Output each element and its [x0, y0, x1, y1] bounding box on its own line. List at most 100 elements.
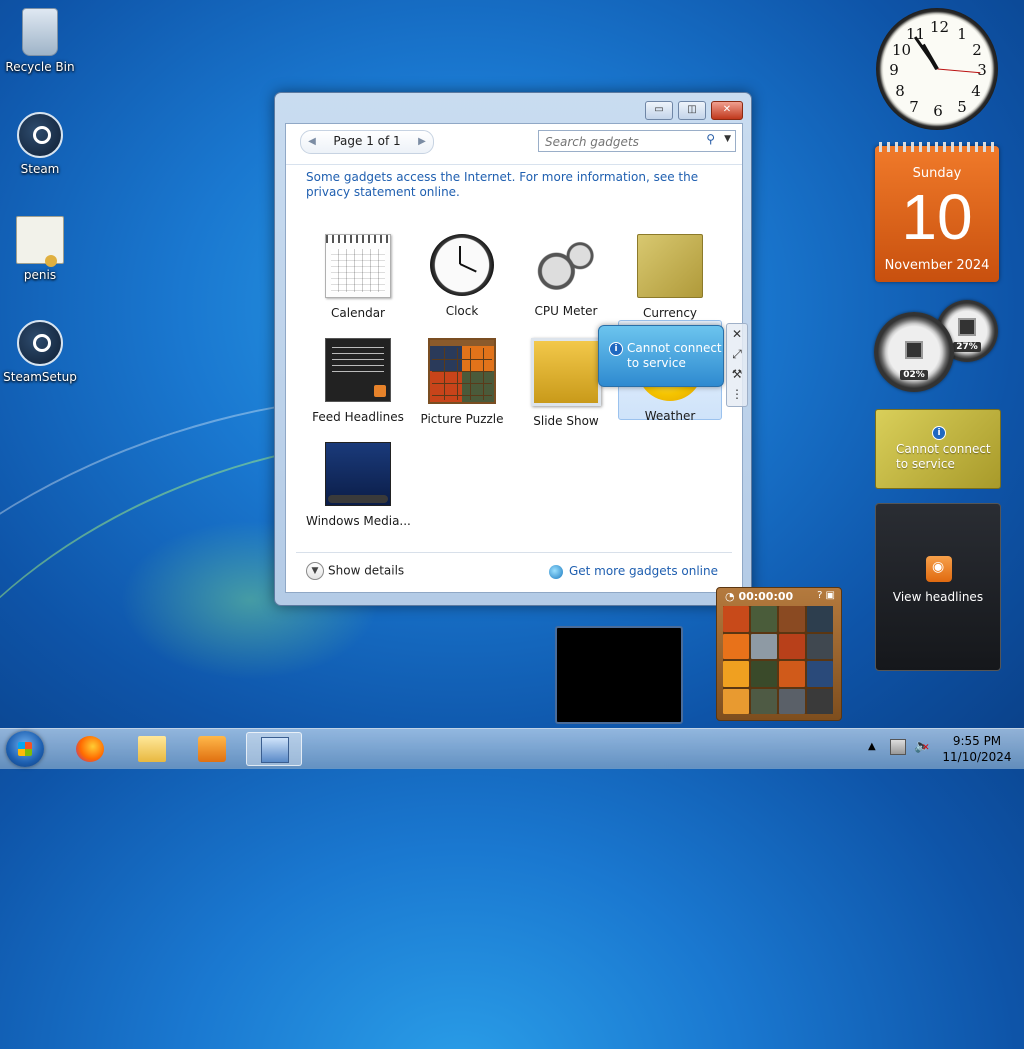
media-player-icon	[198, 736, 226, 762]
get-more-label: Get more gadgets online	[568, 564, 718, 578]
clock-number: 8	[895, 82, 905, 100]
slideshow-gadget[interactable]	[555, 626, 683, 724]
cpu-percent: 02%	[900, 370, 928, 380]
close-button[interactable]: ✕	[711, 101, 743, 120]
gadget-label: Clock	[445, 304, 479, 318]
gadget-tile-clock[interactable]: Clock	[410, 216, 514, 318]
memory-chip-icon	[958, 318, 976, 336]
memory-percent: 27%	[953, 342, 981, 352]
calendar-icon	[325, 234, 391, 298]
info-icon: i	[932, 426, 946, 440]
puzzle-controls[interactable]: ? ▣	[817, 590, 835, 601]
search-input[interactable]	[543, 133, 697, 150]
close-icon[interactable]: ✕	[727, 324, 747, 344]
minimize-button[interactable]: ▭	[645, 101, 673, 120]
gadget-label: Calendar	[331, 306, 385, 320]
desktop-icon-recycle-bin[interactable]: Recycle Bin	[2, 8, 78, 74]
previous-page-icon[interactable]: ◀	[304, 134, 320, 150]
puzzle-piece[interactable]	[723, 688, 749, 714]
search-box: ⚲ ▼	[538, 130, 736, 152]
gadget-tile-currency[interactable]: Currency	[618, 216, 722, 320]
rss-icon	[926, 556, 952, 582]
calendar-weekday: Sunday	[912, 166, 962, 181]
globe-icon	[548, 564, 563, 579]
puzzle-piece[interactable]	[723, 661, 749, 687]
tray-time: 9:55 PM	[952, 734, 1002, 748]
taskbar-explorer[interactable]	[124, 732, 180, 766]
gadget-tile-picture-puzzle[interactable]: Picture Puzzle	[410, 320, 514, 426]
view-headlines-link[interactable]: View headlines	[876, 590, 1000, 604]
weather-gadget[interactable]: i Cannot connect to service	[598, 325, 724, 387]
next-page-icon[interactable]: ▶	[414, 134, 430, 150]
gadget-label: Currency	[642, 306, 698, 320]
chevron-down-icon[interactable]: ▼	[724, 134, 731, 144]
cpu-meter-gadget[interactable]: 27% 02%	[874, 298, 1000, 394]
puzzle-piece[interactable]	[751, 606, 777, 632]
cpu-meter-icon	[534, 234, 598, 296]
feed-headlines-gadget[interactable]: View headlines	[875, 503, 1001, 671]
privacy-notice-link[interactable]: Some gadgets access the Internet. For mo…	[306, 170, 726, 200]
taskbar-gadgets[interactable]	[246, 732, 302, 766]
show-hidden-icons-icon[interactable]: ▲	[868, 741, 876, 752]
search-icon[interactable]: ⚲	[706, 132, 715, 146]
puzzle-piece[interactable]	[807, 633, 833, 659]
currency-gadget[interactable]: i Cannot connect to service	[875, 409, 1001, 489]
gadget-label: Slide Show	[533, 414, 599, 428]
puzzle-piece[interactable]	[723, 633, 749, 659]
certificate-icon	[16, 216, 64, 267]
gadget-tile-cpu-meter[interactable]: CPU Meter	[514, 216, 618, 318]
puzzle-piece[interactable]	[723, 606, 749, 632]
clock-number: 9	[889, 61, 899, 79]
puzzle-piece[interactable]	[807, 661, 833, 687]
taskbar-media-player[interactable]	[184, 732, 240, 766]
puzzle-piece[interactable]	[751, 661, 777, 687]
gadget-tile-windows-media-center[interactable]: Windows Media...	[306, 424, 411, 528]
gadget-tile-calendar[interactable]: Calendar	[306, 216, 410, 320]
gadget-tile-feed-headlines[interactable]: Feed Headlines	[306, 320, 410, 424]
puzzle-piece[interactable]	[751, 688, 777, 714]
puzzle-piece[interactable]	[751, 633, 777, 659]
clock-number: 7	[909, 98, 919, 116]
get-more-gadgets-link[interactable]: Get more gadgets online	[548, 564, 718, 579]
recycle-bin-icon	[22, 8, 58, 56]
desktop-icon-label: Steam	[20, 162, 60, 176]
desktop-icon-label: penis	[23, 268, 57, 282]
clock-number: 12	[930, 18, 950, 36]
taskbar: ▲ 🔈 9:55 PM 11/10/2024	[0, 728, 1024, 769]
gallery-toolbar: ◀ Page 1 of 1 ▶ ⚲ ▼	[286, 124, 742, 165]
cpu-value-wrap: 02%	[874, 370, 954, 380]
puzzle-piece[interactable]	[807, 688, 833, 714]
currency-icon	[637, 234, 703, 298]
puzzle-piece[interactable]	[779, 606, 805, 632]
folder-icon	[138, 736, 166, 762]
drag-handle-icon[interactable]: ⋮	[727, 384, 747, 404]
puzzle-piece[interactable]	[779, 633, 805, 659]
restore-button[interactable]: ◫	[678, 101, 706, 120]
clock-tray[interactable]: 9:55 PM 11/10/2024	[940, 733, 1014, 765]
currency-message: Cannot connect to service	[896, 442, 991, 471]
volume-muted-icon[interactable]: 🔈	[914, 739, 930, 755]
desktop-icon-penis[interactable]: penis	[2, 216, 78, 282]
picture-puzzle-gadget[interactable]: ◔ 00:00:00 ? ▣	[716, 587, 842, 721]
desktop-icon-steamsetup[interactable]: SteamSetup	[2, 320, 78, 384]
clock-gadget[interactable]: 12 1 2 3 4 5 6 7 8 9 10 11	[876, 8, 998, 130]
options-wrench-icon[interactable]: ⚒	[727, 364, 747, 384]
gadget-toolbar: ✕ ⤢ ⚒ ⋮	[726, 323, 748, 407]
taskbar-firefox[interactable]	[62, 732, 118, 766]
start-button[interactable]	[6, 731, 44, 767]
puzzle-piece[interactable]	[807, 606, 833, 632]
show-details-label: Show details	[328, 563, 405, 578]
desktop-icon-steam[interactable]: Steam	[2, 112, 78, 176]
puzzle-timer: ◔ 00:00:00	[725, 590, 794, 603]
puzzle-piece[interactable]	[779, 661, 805, 687]
gadget-label: Picture Puzzle	[420, 412, 504, 426]
puzzle-piece[interactable]	[779, 688, 805, 714]
resize-icon[interactable]: ⤢	[727, 344, 747, 364]
show-details-button[interactable]: ▼ Show details	[306, 562, 404, 582]
feed-icon	[325, 338, 391, 402]
calendar-gadget[interactable]: Sunday 10 November 2024	[875, 142, 999, 282]
network-icon[interactable]	[890, 739, 906, 755]
puzzle-board	[723, 606, 833, 714]
clock-icon	[430, 234, 494, 296]
tray-date: 11/10/2024	[942, 750, 1012, 764]
